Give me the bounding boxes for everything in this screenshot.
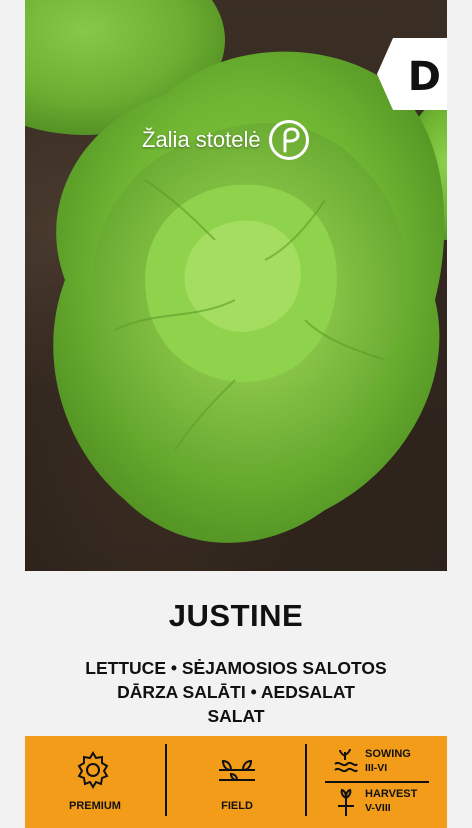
product-title: JUSTINE <box>168 598 304 633</box>
harvest-months: V-VIII <box>365 802 391 814</box>
sowing-icon <box>334 748 358 773</box>
subtitle-line: DĀRZA SALĀTI • AEDSALAT <box>117 682 355 702</box>
product-photo: Žalia stotelė D <box>25 0 447 571</box>
feature-band: PREMIUM FIELD SOWING III-VI HARVEST V-VI… <box>25 736 447 828</box>
divider <box>325 781 429 783</box>
harvest-icon <box>338 788 354 816</box>
subtitle-line: SALAT <box>207 706 265 726</box>
product-subtitle: LETTUCE • SĖJAMOSIOS SALOTOS DĀRZA SALĀT… <box>0 656 472 728</box>
brand-name: Žalia stotelė <box>142 127 261 152</box>
sowing-label: SOWING <box>365 748 411 760</box>
premium-label: PREMIUM <box>69 800 121 812</box>
subtitle-line: LETTUCE • SĖJAMOSIOS SALOTOS <box>85 658 387 678</box>
brand-logo: Žalia stotelė <box>142 120 309 160</box>
field-icon <box>219 759 255 782</box>
divider <box>165 744 167 816</box>
sowing-months: III-VI <box>365 762 388 774</box>
divider <box>305 744 307 816</box>
category-badge-letter: D <box>407 54 441 100</box>
harvest-label: HARVEST <box>365 788 418 800</box>
award-icon <box>77 751 109 789</box>
field-label: FIELD <box>221 800 253 812</box>
leaf-logo-icon <box>268 120 309 160</box>
